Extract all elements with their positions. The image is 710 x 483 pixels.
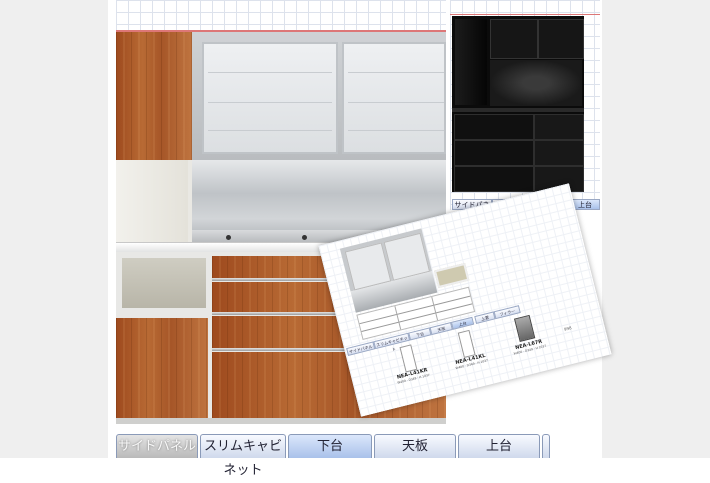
tall-cabinet-door	[116, 32, 193, 160]
sliding-glass-door-right	[342, 42, 446, 154]
secondary-preview: サイドパネル 下台 天板 上台	[450, 0, 600, 220]
upper-cabinet	[192, 32, 446, 160]
appliance-niche	[120, 256, 208, 310]
tab-slim-cabinet[interactable]: スリムキャビネット	[200, 434, 286, 478]
tab-upper[interactable]: 上台	[458, 434, 540, 458]
sliding-glass-door-left	[202, 42, 338, 154]
tab-counter[interactable]: 天板	[374, 434, 456, 458]
lower-left-door	[116, 318, 208, 418]
black-cabinet	[452, 16, 584, 192]
main-tab-bar: サイドパネル スリムキャビネット 下台 天板 上台	[110, 434, 602, 478]
open-niche	[116, 160, 192, 242]
tab-more[interactable]	[542, 434, 550, 458]
left-margin	[0, 0, 108, 458]
main-preview-grid	[116, 0, 446, 32]
right-margin	[602, 0, 710, 458]
tab-side-panel[interactable]: サイドパネル	[116, 434, 198, 458]
tab-lower[interactable]: 下台	[288, 434, 372, 458]
